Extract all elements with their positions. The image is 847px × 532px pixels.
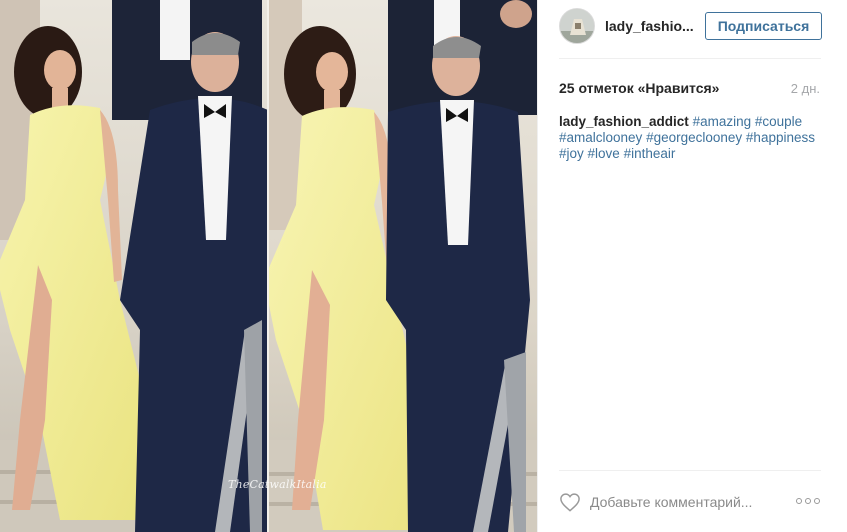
photo-left-illustration (0, 0, 268, 532)
hashtag-link[interactable]: #joy (559, 146, 584, 161)
caption-author[interactable]: lady_fashion_addict (559, 114, 689, 129)
avatar-icon[interactable] (559, 8, 595, 44)
photo-panel-right (268, 0, 537, 532)
avatar-image (560, 9, 594, 43)
hashtag-link[interactable]: #amalclooney (559, 130, 642, 145)
follow-button[interactable]: Подписаться (705, 12, 822, 40)
hashtag-link[interactable]: #couple (755, 114, 802, 129)
header-divider (559, 58, 821, 59)
likes-count[interactable]: 25 отметок «Нравится» (559, 80, 719, 96)
hashtag-link[interactable]: #georgeclooney (646, 130, 742, 145)
comment-divider (559, 470, 821, 471)
photo-panel-left (0, 0, 268, 532)
photo-right-illustration (268, 0, 537, 532)
comment-bar (538, 472, 847, 532)
heart-icon[interactable] (559, 492, 581, 512)
hashtag-link[interactable]: #amazing (693, 114, 752, 129)
comment-input[interactable] (590, 492, 790, 512)
post-time[interactable]: 2 дн. (791, 81, 820, 96)
photo-divider (267, 0, 269, 532)
more-options-icon[interactable] (796, 496, 822, 506)
instagram-post: TheCatwalkItalia lady_fashio... Подписат… (0, 0, 847, 532)
post-username[interactable]: lady_fashio... (605, 18, 694, 34)
post-photo[interactable]: TheCatwalkItalia (0, 0, 537, 532)
hashtag-link[interactable]: #love (588, 146, 620, 161)
photo-watermark: TheCatwalkItalia (228, 478, 327, 491)
post-caption: lady_fashion_addict #amazing #couple #am… (559, 114, 829, 162)
hashtag-link[interactable]: #intheair (624, 146, 676, 161)
hashtag-link[interactable]: #happiness (746, 130, 815, 145)
post-header: lady_fashio... Подписаться (538, 0, 847, 58)
post-sidebar: lady_fashio... Подписаться 25 отметок «Н… (537, 0, 847, 532)
